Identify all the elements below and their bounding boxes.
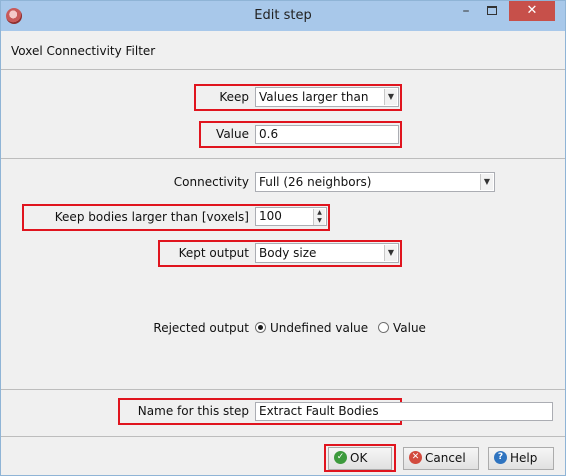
kept-output-label: Kept output bbox=[178, 246, 249, 260]
keep-dropdown[interactable]: Values larger than ▼ bbox=[255, 87, 399, 107]
divider bbox=[1, 436, 565, 437]
check-circle-icon: ✓ bbox=[334, 451, 347, 464]
keep-label: Keep bbox=[219, 90, 249, 104]
bodies-spinner-value: 100 bbox=[259, 209, 282, 223]
spinner-arrows-icon[interactable]: ▲ ▼ bbox=[313, 209, 325, 225]
filter-heading: Voxel Connectivity Filter bbox=[11, 44, 156, 58]
radio-button[interactable] bbox=[377, 322, 389, 333]
rejected-output-radio-group: Undefined value Value bbox=[255, 319, 432, 337]
radio-option-undefined-value[interactable]: Undefined value bbox=[255, 319, 368, 337]
kept-output-dropdown-value: Body size bbox=[259, 246, 317, 260]
divider bbox=[1, 389, 565, 390]
kept-output-dropdown[interactable]: Body size ▼ bbox=[255, 243, 399, 263]
ok-button[interactable]: ✓ OK bbox=[328, 447, 392, 470]
help-button[interactable]: ? Help bbox=[488, 447, 554, 470]
cancel-button-label: Cancel bbox=[425, 451, 466, 465]
chevron-down-icon: ▼ bbox=[384, 245, 397, 261]
divider bbox=[1, 69, 565, 70]
minimize-button[interactable]: – bbox=[453, 1, 479, 21]
rejected-output-label: Rejected output bbox=[153, 321, 249, 335]
step-name-input[interactable]: Extract Fault Bodies bbox=[255, 402, 553, 421]
bodies-label: Keep bodies larger than [voxels] bbox=[54, 210, 249, 224]
x-circle-icon: ✕ bbox=[409, 451, 422, 464]
maximize-icon bbox=[487, 6, 497, 15]
close-button[interactable]: ✕ bbox=[509, 1, 555, 21]
divider bbox=[1, 158, 565, 159]
value-input[interactable]: 0.6 bbox=[255, 125, 399, 144]
radio-option-value[interactable]: Value bbox=[377, 319, 426, 337]
connectivity-dropdown-value: Full (26 neighbors) bbox=[259, 175, 372, 189]
title-bar[interactable]: Edit step – ✕ bbox=[1, 1, 565, 31]
connectivity-dropdown[interactable]: Full (26 neighbors) ▼ bbox=[255, 172, 495, 192]
question-circle-icon: ? bbox=[494, 451, 507, 464]
ok-button-label: OK bbox=[350, 451, 368, 465]
maximize-button[interactable] bbox=[479, 1, 505, 21]
value-label: Value bbox=[216, 127, 249, 141]
chevron-down-icon: ▼ bbox=[480, 174, 493, 190]
radio-label: Undefined value bbox=[270, 321, 369, 335]
step-name-label: Name for this step bbox=[137, 404, 249, 418]
radio-label: Value bbox=[392, 321, 426, 335]
cancel-button[interactable]: ✕ Cancel bbox=[403, 447, 479, 470]
bodies-spinner[interactable]: 100 ▲ ▼ bbox=[255, 207, 327, 226]
keep-dropdown-value: Values larger than bbox=[259, 90, 369, 104]
help-button-label: Help bbox=[510, 451, 538, 465]
dialog-window: Edit step – ✕ Voxel Connectivity Filter … bbox=[0, 0, 566, 476]
chevron-down-icon: ▼ bbox=[384, 89, 397, 105]
connectivity-label: Connectivity bbox=[173, 175, 249, 189]
radio-button-checked[interactable] bbox=[255, 322, 266, 333]
